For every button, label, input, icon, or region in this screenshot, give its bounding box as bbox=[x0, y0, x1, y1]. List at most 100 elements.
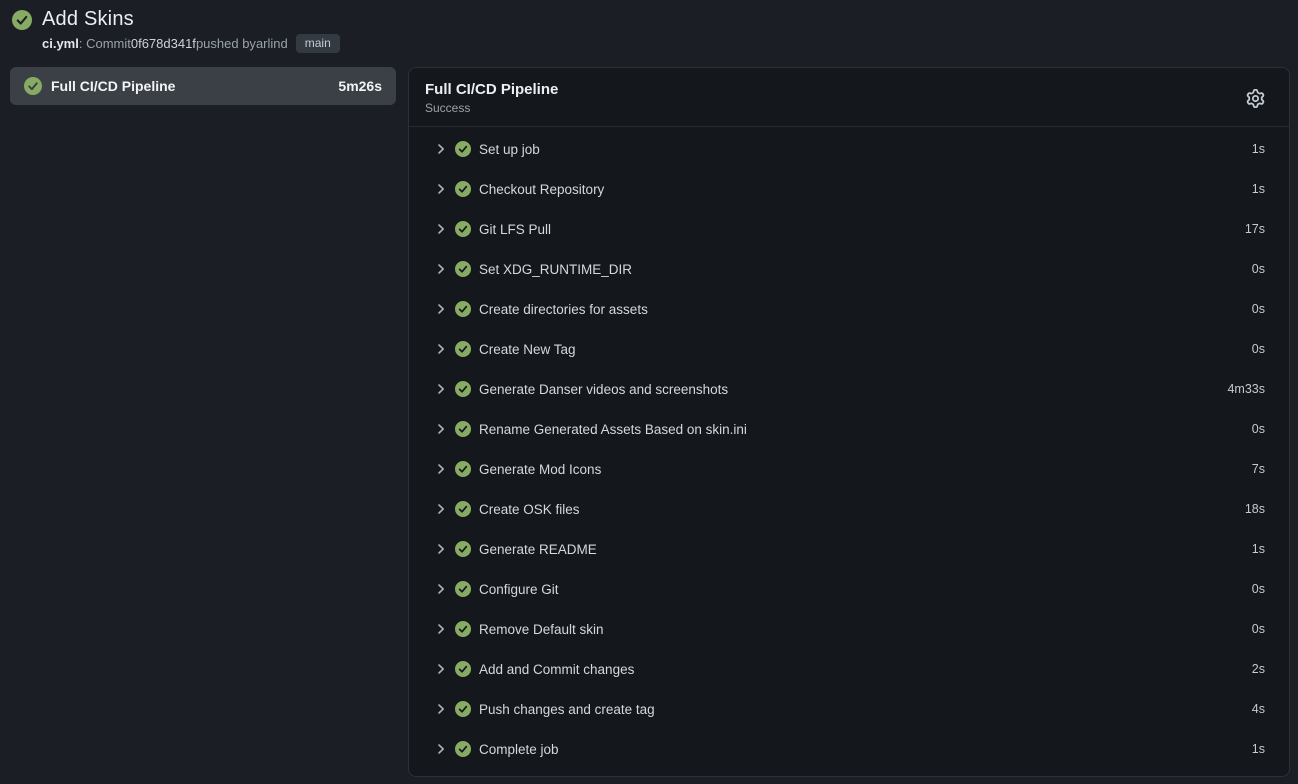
check-circle-icon bbox=[455, 341, 471, 357]
actions-run-page: Add Skins ci.yml: Commit 0f678d341f push… bbox=[0, 0, 1298, 777]
check-circle-icon bbox=[455, 661, 471, 677]
step-row[interactable]: Generate Mod Icons 7s bbox=[409, 449, 1289, 489]
check-circle-icon bbox=[455, 221, 471, 237]
chevron-right-icon[interactable] bbox=[433, 341, 449, 357]
step-row[interactable]: Complete job 1s bbox=[409, 729, 1289, 769]
step-duration: 0s bbox=[1252, 422, 1265, 436]
step-name: Rename Generated Assets Based on skin.in… bbox=[479, 422, 747, 437]
chevron-right-icon[interactable] bbox=[433, 661, 449, 677]
chevron-right-icon[interactable] bbox=[433, 181, 449, 197]
step-row[interactable]: Rename Generated Assets Based on skin.in… bbox=[409, 409, 1289, 449]
chevron-right-icon[interactable] bbox=[433, 141, 449, 157]
step-row[interactable]: Create New Tag 0s bbox=[409, 329, 1289, 369]
step-duration: 0s bbox=[1252, 262, 1265, 276]
step-name: Generate Mod Icons bbox=[479, 462, 601, 477]
chevron-right-icon[interactable] bbox=[433, 701, 449, 717]
steps-list: Set up job 1s Checkout Repository 1s Git… bbox=[409, 127, 1289, 773]
step-duration: 0s bbox=[1252, 582, 1265, 596]
step-row[interactable]: Remove Default skin 0s bbox=[409, 609, 1289, 649]
step-name: Set XDG_RUNTIME_DIR bbox=[479, 262, 632, 277]
chevron-right-icon[interactable] bbox=[433, 581, 449, 597]
check-circle-icon bbox=[455, 421, 471, 437]
check-circle-icon bbox=[455, 461, 471, 477]
branch-badge[interactable]: main bbox=[296, 34, 340, 53]
step-name: Complete job bbox=[479, 742, 559, 757]
step-name: Create directories for assets bbox=[479, 302, 648, 317]
step-row[interactable]: Create OSK files 18s bbox=[409, 489, 1289, 529]
gear-icon[interactable] bbox=[1243, 86, 1267, 110]
run-subtitle: ci.yml: Commit 0f678d341f pushed by arli… bbox=[42, 34, 1290, 53]
check-circle-icon bbox=[455, 741, 471, 757]
subtitle-tail: pushed by bbox=[196, 36, 256, 51]
step-duration: 0s bbox=[1252, 622, 1265, 636]
step-duration: 1s bbox=[1252, 742, 1265, 756]
chevron-right-icon[interactable] bbox=[433, 501, 449, 517]
step-name: Add and Commit changes bbox=[479, 662, 634, 677]
chevron-right-icon[interactable] bbox=[433, 621, 449, 637]
step-row[interactable]: Create directories for assets 0s bbox=[409, 289, 1289, 329]
job-name: Full CI/CD Pipeline bbox=[51, 78, 175, 94]
check-circle-icon bbox=[24, 77, 42, 95]
job-status: Success bbox=[425, 101, 1273, 115]
step-name: Generate Danser videos and screenshots bbox=[479, 382, 728, 397]
step-duration: 1s bbox=[1252, 182, 1265, 196]
check-circle-icon bbox=[455, 381, 471, 397]
step-name: Git LFS Pull bbox=[479, 222, 551, 237]
check-circle-icon bbox=[455, 621, 471, 637]
step-duration: 17s bbox=[1245, 222, 1265, 236]
check-circle-icon bbox=[455, 181, 471, 197]
step-row[interactable]: Generate README 1s bbox=[409, 529, 1289, 569]
run-title: Add Skins bbox=[42, 8, 134, 31]
step-row[interactable]: Checkout Repository 1s bbox=[409, 169, 1289, 209]
step-duration: 4s bbox=[1252, 702, 1265, 716]
commit-sha-link[interactable]: 0f678d341f bbox=[131, 36, 196, 51]
job-title: Full CI/CD Pipeline bbox=[425, 81, 1273, 98]
step-duration: 2s bbox=[1252, 662, 1265, 676]
chevron-right-icon[interactable] bbox=[433, 261, 449, 277]
step-row[interactable]: Configure Git 0s bbox=[409, 569, 1289, 609]
check-circle-icon bbox=[455, 501, 471, 517]
check-circle-icon bbox=[455, 701, 471, 717]
chevron-right-icon[interactable] bbox=[433, 301, 449, 317]
job-item-full-cicd-pipeline[interactable]: Full CI/CD Pipeline 5m26s bbox=[10, 67, 396, 105]
step-duration: 7s bbox=[1252, 462, 1265, 476]
step-duration: 1s bbox=[1252, 142, 1265, 156]
step-row[interactable]: Push changes and create tag 4s bbox=[409, 689, 1289, 729]
step-name: Generate README bbox=[479, 542, 597, 557]
check-circle-icon bbox=[455, 261, 471, 277]
job-duration: 5m26s bbox=[338, 78, 382, 94]
step-name: Set up job bbox=[479, 142, 540, 157]
author-link[interactable]: arlind bbox=[256, 36, 288, 51]
workflow-file-link[interactable]: ci.yml bbox=[42, 36, 79, 51]
check-circle-icon bbox=[455, 141, 471, 157]
step-duration: 0s bbox=[1252, 342, 1265, 356]
step-duration: 4m33s bbox=[1227, 382, 1265, 396]
step-name: Create OSK files bbox=[479, 502, 580, 517]
chevron-right-icon[interactable] bbox=[433, 461, 449, 477]
check-circle-icon bbox=[455, 301, 471, 317]
step-duration: 18s bbox=[1245, 502, 1265, 516]
step-duration: 0s bbox=[1252, 302, 1265, 316]
jobs-sidebar: Full CI/CD Pipeline 5m26s bbox=[10, 67, 396, 105]
chevron-right-icon[interactable] bbox=[433, 381, 449, 397]
step-name: Checkout Repository bbox=[479, 182, 604, 197]
chevron-right-icon[interactable] bbox=[433, 741, 449, 757]
job-detail-panel: Full CI/CD Pipeline Success Set up job 1… bbox=[408, 67, 1290, 777]
step-name: Remove Default skin bbox=[479, 622, 604, 637]
chevron-right-icon[interactable] bbox=[433, 221, 449, 237]
step-duration: 1s bbox=[1252, 542, 1265, 556]
chevron-right-icon[interactable] bbox=[433, 541, 449, 557]
step-row[interactable]: Git LFS Pull 17s bbox=[409, 209, 1289, 249]
step-row[interactable]: Add and Commit changes 2s bbox=[409, 649, 1289, 689]
check-circle-icon bbox=[455, 541, 471, 557]
step-row[interactable]: Set XDG_RUNTIME_DIR 0s bbox=[409, 249, 1289, 289]
run-header: Add Skins ci.yml: Commit 0f678d341f push… bbox=[12, 8, 1290, 53]
job-detail-header: Full CI/CD Pipeline Success bbox=[409, 68, 1289, 127]
chevron-right-icon[interactable] bbox=[433, 421, 449, 437]
step-row[interactable]: Generate Danser videos and screenshots 4… bbox=[409, 369, 1289, 409]
step-name: Create New Tag bbox=[479, 342, 576, 357]
step-row[interactable]: Set up job 1s bbox=[409, 129, 1289, 169]
check-circle-icon bbox=[12, 10, 32, 30]
step-name: Configure Git bbox=[479, 582, 559, 597]
subtitle-text: : Commit bbox=[79, 36, 131, 51]
